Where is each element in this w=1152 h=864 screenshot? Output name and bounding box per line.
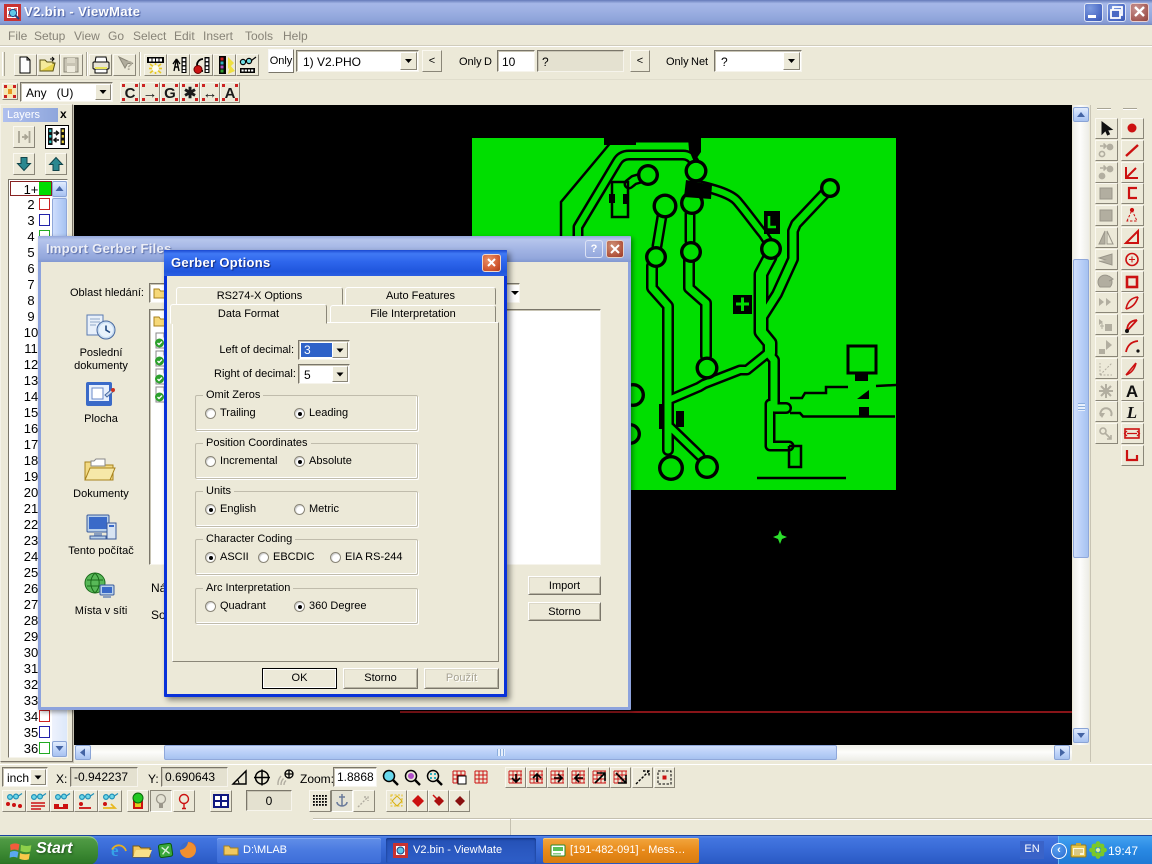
- svg-text:↔: ↔: [203, 85, 218, 102]
- svg-text:G: G: [164, 85, 176, 102]
- svg-text:C: C: [125, 85, 136, 102]
- svg-text:e: e: [111, 841, 119, 860]
- svg-text:A: A: [225, 85, 236, 102]
- svg-text:✱: ✱: [184, 85, 197, 102]
- svg-text:→: →: [143, 85, 158, 102]
- svg-text:A: A: [1126, 382, 1138, 400]
- svg-text:?: ?: [125, 58, 133, 73]
- svg-text:L: L: [1126, 403, 1137, 421]
